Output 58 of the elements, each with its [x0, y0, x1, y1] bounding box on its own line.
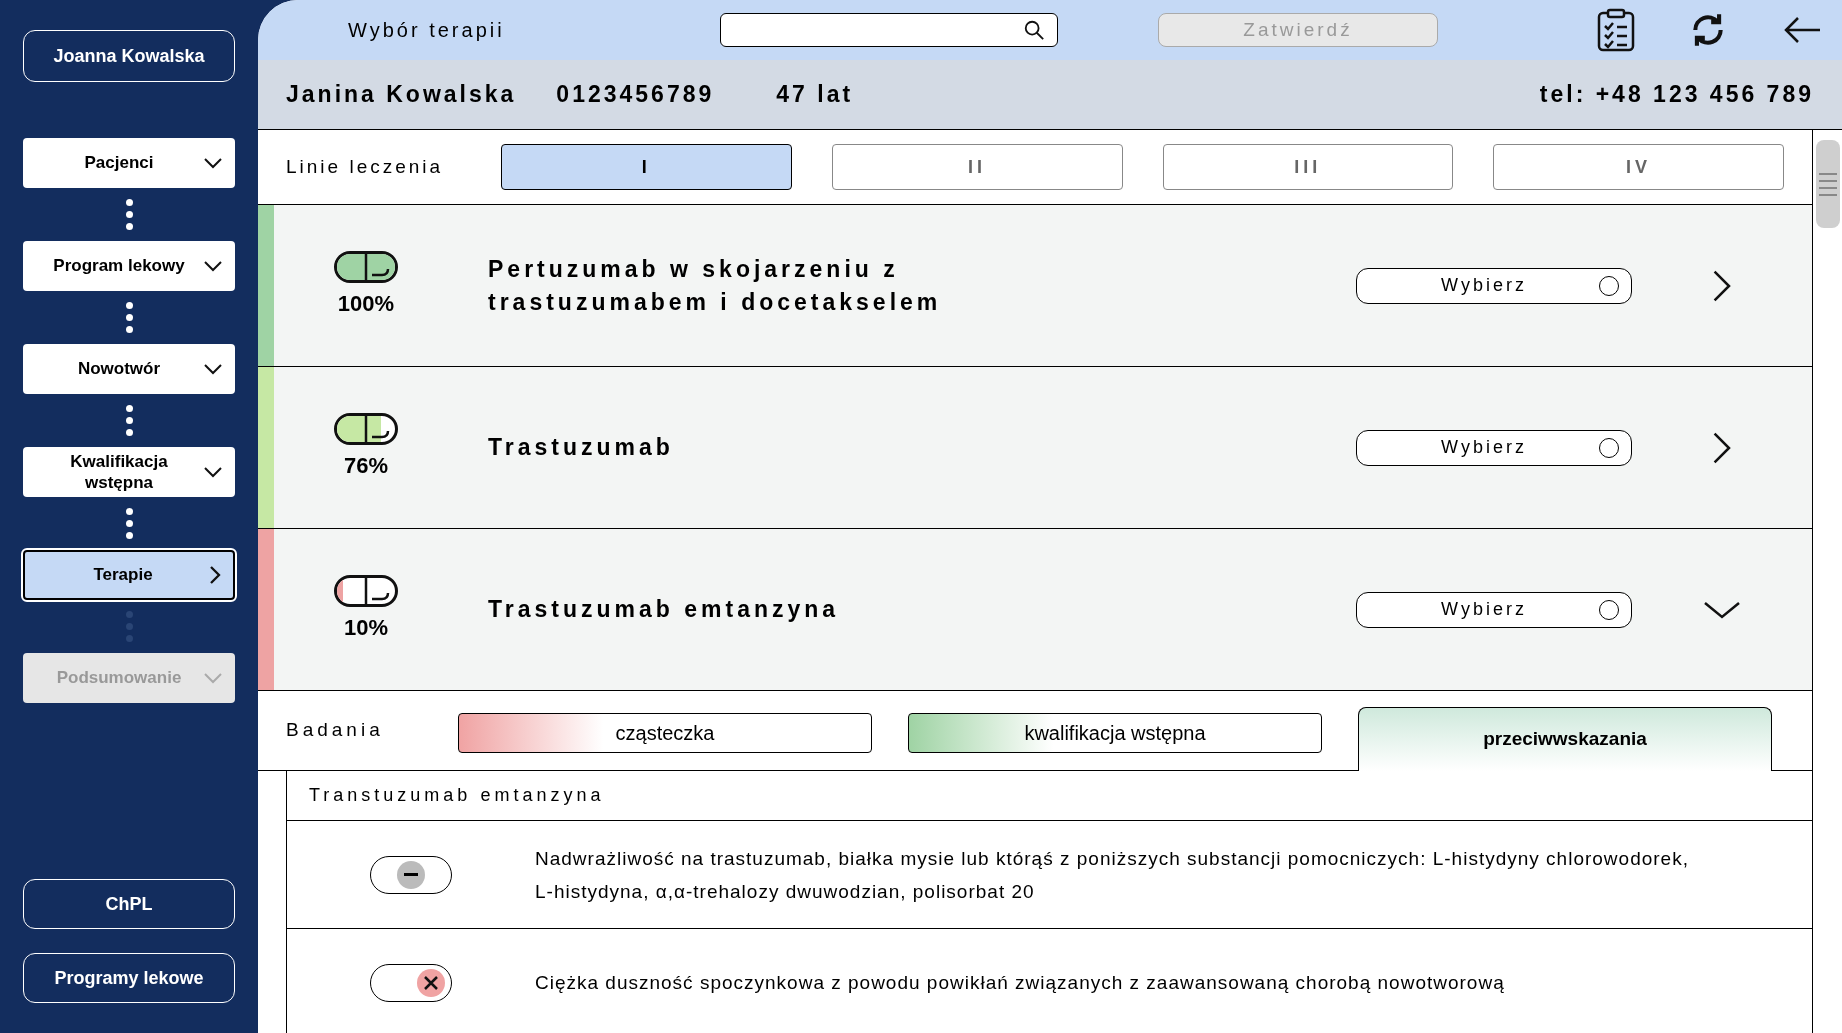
clipboard-checklist-icon[interactable]	[1596, 8, 1636, 52]
sidebar-link-button[interactable]: ChPL	[23, 879, 235, 929]
select-radio-button[interactable]: Wybierz	[1356, 267, 1632, 304]
match-percent: 100%	[337, 290, 395, 318]
therapy-row[interactable]: 76% Trastuzumab Wybierz	[258, 367, 1812, 529]
capsule-icon	[334, 413, 398, 445]
match-percent: 76%	[343, 452, 388, 480]
select-radio-button[interactable]: Wybierz	[1356, 591, 1632, 628]
minus-icon	[397, 860, 425, 889]
detail-tab[interactable]: przeciwwskazania	[1358, 707, 1772, 771]
patient-id: 0123456789	[556, 80, 715, 110]
table-title: Transtuzumab emtanzyna	[309, 784, 605, 807]
therapy-name: Trastuzumab	[488, 433, 675, 462]
user-button[interactable]: Joanna Kowalska	[23, 30, 235, 82]
therapy-name: Pertuzumab w skojarzeniu z trastuzumabem i docetakselem	[488, 254, 943, 317]
step-button[interactable]: Pacjenci	[23, 138, 235, 188]
detail-tab[interactable]: cząsteczka	[458, 713, 872, 753]
back-arrow-icon[interactable]	[1782, 15, 1822, 45]
chevron-down-icon	[203, 157, 223, 169]
cross-icon	[417, 968, 445, 997]
step-button[interactable]: Program lekowy	[23, 241, 235, 291]
contraindication-text: Nadwrażliwość na trastuzumab, białka mysie lub którąś z poniższych substancji pomocniczych: L-histydyny chlorowodorek, L-histydyna, α,α-trehalozy dwuwodzian, polisorbat 20	[535, 846, 1690, 904]
step-button[interactable]: Nowotwór	[23, 344, 235, 394]
chevron-down-icon	[203, 260, 223, 272]
treatment-line-tab[interactable]: IV	[1493, 144, 1784, 190]
capsule-icon	[334, 575, 398, 607]
patient-phone: tel: +48 123 456 789	[1539, 80, 1814, 110]
treatment-line-tab[interactable]: II	[831, 144, 1123, 190]
tests-label: Badania	[286, 718, 385, 743]
patient-name: Janina Kowalska	[286, 80, 517, 110]
patient-age: 47 lat	[776, 80, 854, 110]
select-radio-button[interactable]: Wybierz	[1356, 429, 1632, 466]
radio-icon	[1599, 275, 1619, 296]
radio-icon	[1599, 599, 1619, 620]
treatment-line-tab[interactable]: I	[501, 144, 792, 190]
capsule-icon	[334, 251, 398, 283]
status-toggle[interactable]	[370, 963, 452, 1002]
status-toggle[interactable]	[370, 855, 452, 894]
step-button[interactable]: Terapie	[23, 550, 235, 600]
chevron-down-icon	[1703, 599, 1741, 620]
therapy-row[interactable]: 100% Pertuzumab w skojarzeniu z trastuzumabem i docetakselem Wybierz	[258, 205, 1812, 367]
detail-tab[interactable]: kwalifikacja wstępna	[908, 713, 1322, 753]
search-icon	[1023, 19, 1045, 41]
chevron-down-icon	[203, 466, 223, 478]
therapy-row[interactable]: 10% Trastuzumab emtanzyna Wybierz	[258, 529, 1812, 691]
contraindication-text: Ciężka duszność spoczynkowa z powodu powikłań związanych z zaawansowaną chorobą nowotworową	[535, 971, 1506, 995]
treatment-lines-label: Linie leczenia	[286, 154, 445, 179]
radio-icon	[1599, 437, 1619, 458]
chevron-right-icon	[209, 565, 221, 585]
step-button[interactable]: Kwalifikacja wstępna	[23, 447, 235, 497]
chevron-down-icon	[203, 363, 223, 375]
chevron-down-icon	[203, 672, 223, 684]
search-field[interactable]	[720, 13, 1058, 47]
match-percent: 10%	[343, 614, 388, 642]
treatment-line-tab[interactable]: III	[1162, 144, 1454, 190]
page-title: Wybór terapii	[348, 18, 506, 43]
sidebar-link-button[interactable]: Programy lekowe	[23, 953, 235, 1003]
therapy-name: Trastuzumab emtanzyna	[488, 595, 841, 624]
